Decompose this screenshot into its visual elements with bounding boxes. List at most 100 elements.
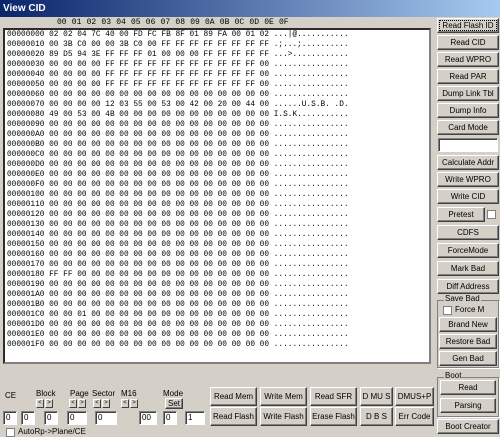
hex-row-bytes[interactable]: 00 00 00 00 FF FF FF FF FF FF FF FF FF F… xyxy=(49,81,269,89)
ce-field[interactable]: 0 xyxy=(3,411,17,425)
hex-row[interactable]: 000000D0 00 00 00 00 00 00 00 00 00 00 0… xyxy=(5,160,429,170)
hex-row[interactable]: 000000F0 00 00 00 00 00 00 00 00 00 00 0… xyxy=(5,180,429,190)
hex-row[interactable]: 000000E0 00 00 00 00 00 00 00 00 00 00 0… xyxy=(5,170,429,180)
hex-row-bytes[interactable]: 00 00 00 00 00 00 00 00 00 00 00 00 00 0… xyxy=(49,131,269,139)
page-field[interactable]: 0 xyxy=(67,411,87,425)
hex-row-bytes[interactable]: 00 00 00 00 00 00 00 00 00 00 00 00 00 0… xyxy=(49,231,269,239)
hex-row[interactable]: 00000080 49 00 53 00 4B 00 00 00 00 00 0… xyxy=(5,110,429,120)
hex-row-bytes[interactable]: 00 00 00 00 00 00 00 00 00 00 00 00 00 0… xyxy=(49,171,269,179)
mode-set-button[interactable]: Set xyxy=(165,398,183,409)
hex-row-bytes[interactable]: 00 00 00 00 00 00 00 00 00 00 00 00 00 0… xyxy=(49,261,269,269)
hex-row[interactable]: 000000C0 00 00 00 00 00 00 00 00 00 00 0… xyxy=(5,150,429,160)
hex-row[interactable]: 000001F0 00 00 00 00 00 00 00 00 00 00 0… xyxy=(5,340,429,350)
hex-row[interactable]: 00000060 00 00 00 00 00 00 00 00 00 00 0… xyxy=(5,90,429,100)
brand-new-button[interactable]: Brand New xyxy=(439,317,497,332)
hex-row[interactable]: 00000180 FF FF 00 00 00 00 00 00 00 00 0… xyxy=(5,270,429,280)
hex-row[interactable]: 00000050 00 00 00 00 FF FF FF FF FF FF F… xyxy=(5,80,429,90)
m16-decrement-arrow[interactable]: < xyxy=(121,399,129,408)
read-cid-button[interactable]: Read CID xyxy=(437,35,499,50)
hex-row[interactable]: 00000020 89 D5 94 3E FF FF FF 01 00 00 0… xyxy=(5,50,429,60)
write-flash-button[interactable]: Write Flash xyxy=(260,407,307,426)
hex-row[interactable]: 00000170 00 00 00 00 00 00 00 00 00 00 0… xyxy=(5,260,429,270)
hex-row[interactable]: 000000A0 00 00 00 00 00 00 00 00 00 00 0… xyxy=(5,130,429,140)
block-increment-arrow[interactable]: > xyxy=(45,399,53,408)
hex-row-bytes[interactable]: 00 00 00 00 FF FF FF FF FF FF FF FF FF F… xyxy=(49,61,269,69)
mode-field-1[interactable]: 0 xyxy=(163,411,177,425)
card-mode-button[interactable]: Card Mode xyxy=(437,120,499,135)
hex-row[interactable]: 000001A0 00 00 00 00 00 00 00 00 00 00 0… xyxy=(5,290,429,300)
dump-info-button[interactable]: Dump Info xyxy=(437,103,499,118)
hex-row-bytes[interactable]: 00 00 00 00 00 00 00 00 00 00 00 00 00 0… xyxy=(49,241,269,249)
sector-increment-arrow[interactable]: > xyxy=(102,399,110,408)
read-wpro-button[interactable]: Read WPRO xyxy=(437,52,499,67)
hex-row-bytes[interactable]: 00 00 00 00 00 00 00 00 00 00 00 00 00 0… xyxy=(49,191,269,199)
hex-row-bytes[interactable]: 89 D5 94 3E FF FF FF 01 00 00 00 FF FF F… xyxy=(49,51,269,59)
hex-row-bytes[interactable]: 00 00 00 00 00 00 00 00 00 00 00 00 00 0… xyxy=(49,181,269,189)
hex-row-bytes[interactable]: 00 00 00 00 00 00 00 00 00 00 00 00 00 0… xyxy=(49,321,269,329)
hex-row-bytes[interactable]: 00 00 00 00 00 00 00 00 00 00 00 00 00 0… xyxy=(49,221,269,229)
hex-row[interactable]: 00000140 00 00 00 00 00 00 00 00 00 00 0… xyxy=(5,230,429,240)
hex-row[interactable]: 000001C0 00 00 01 00 00 00 00 00 00 00 0… xyxy=(5,310,429,320)
force-m-checkbox[interactable] xyxy=(443,306,452,315)
err-code-button[interactable]: Err Code xyxy=(395,407,434,426)
dmus-plus-button[interactable]: DMUS+P xyxy=(395,387,434,406)
mode-field-2[interactable]: 1 xyxy=(185,411,205,425)
hex-row[interactable]: 00000030 00 00 00 00 FF FF FF FF FF FF F… xyxy=(5,60,429,70)
page-increment-arrow[interactable]: > xyxy=(78,399,86,408)
block-field-2[interactable]: 0 xyxy=(44,411,58,425)
hex-row-bytes[interactable]: 02 02 04 7C 40 00 FD FC FB 8F 01 89 FA 0… xyxy=(49,31,269,39)
cdfs-button[interactable]: CDFS xyxy=(437,225,499,240)
hex-row[interactable]: 00000130 00 00 00 00 00 00 00 00 00 00 0… xyxy=(5,220,429,230)
force-mode-button[interactable]: ForceMode xyxy=(437,243,499,258)
hex-row-bytes[interactable]: 00 00 00 00 00 00 00 00 00 00 00 00 00 0… xyxy=(49,341,269,349)
read-mem-button[interactable]: Read Mem xyxy=(210,387,257,406)
hex-row-bytes[interactable]: 00 00 00 00 00 00 00 00 00 00 00 00 00 0… xyxy=(49,161,269,169)
hex-row-bytes[interactable]: 00 00 00 00 00 00 00 00 00 00 00 00 00 0… xyxy=(49,291,269,299)
write-cid-button[interactable]: Write CID xyxy=(437,189,499,204)
hex-row[interactable]: 00000160 00 00 00 00 00 00 00 00 00 00 0… xyxy=(5,250,429,260)
hex-row[interactable]: 00000040 00 00 00 00 FF FF FF FF FF FF F… xyxy=(5,70,429,80)
hex-row[interactable]: 00000070 00 00 00 00 12 03 55 00 53 00 4… xyxy=(5,100,429,110)
diff-address-button[interactable]: Diff Address xyxy=(437,279,499,294)
hex-row-bytes[interactable]: 00 00 00 00 12 03 55 00 53 00 42 00 20 0… xyxy=(49,101,269,109)
hex-row[interactable]: 000000B0 00 00 00 00 00 00 00 00 00 00 0… xyxy=(5,140,429,150)
pretest-button[interactable]: Pretest xyxy=(437,207,485,222)
hex-row[interactable]: 00000150 00 00 00 00 00 00 00 00 00 00 0… xyxy=(5,240,429,250)
hex-row-bytes[interactable]: 00 00 01 00 00 00 00 00 00 00 00 00 00 0… xyxy=(49,311,269,319)
write-wpro-button[interactable]: Write WPRO xyxy=(437,172,499,187)
card-mode-field[interactable] xyxy=(438,138,498,152)
hex-row-bytes[interactable]: 00 00 00 00 00 00 00 00 00 00 00 00 00 0… xyxy=(49,121,269,129)
hex-view[interactable]: 00000000 02 02 04 7C 40 00 FD FC FB 8F 0… xyxy=(3,28,431,364)
m16-increment-arrow[interactable]: > xyxy=(130,399,138,408)
hex-row-bytes[interactable]: 00 00 00 00 00 00 00 00 00 00 00 00 00 0… xyxy=(49,201,269,209)
hex-row-bytes[interactable]: 00 00 00 00 00 00 00 00 00 00 00 00 00 0… xyxy=(49,301,269,309)
read-flash-button[interactable]: Read Flash xyxy=(210,407,257,426)
pretest-checkbox[interactable] xyxy=(487,210,496,219)
hex-row-bytes[interactable]: 00 00 00 00 00 00 00 00 00 00 00 00 00 0… xyxy=(49,91,269,99)
hex-row-bytes[interactable]: 00 00 00 00 00 00 00 00 00 00 00 00 00 0… xyxy=(49,151,269,159)
read-flash-id-button[interactable]: Read Flash ID xyxy=(437,18,499,33)
block-decrement-arrow[interactable]: < xyxy=(36,399,44,408)
hex-row[interactable]: 00000090 00 00 00 00 00 00 00 00 00 00 0… xyxy=(5,120,429,130)
dbs-button[interactable]: D B S xyxy=(360,407,393,426)
boot-creator-button[interactable]: Boot Creator xyxy=(437,419,499,434)
hex-row-bytes[interactable]: 00 00 00 00 FF FF FF FF FF FF FF FF FF F… xyxy=(49,71,269,79)
hex-row[interactable]: 00000120 00 00 00 00 00 00 00 00 00 00 0… xyxy=(5,210,429,220)
read-sfr-button[interactable]: Read SFR xyxy=(310,387,357,406)
hex-row-bytes[interactable]: FF FF 00 00 00 00 00 00 00 00 00 00 00 0… xyxy=(49,271,269,279)
calculate-addr-button[interactable]: Calculate Addr xyxy=(437,155,499,170)
block-field-1[interactable]: 0 xyxy=(21,411,35,425)
hex-row-bytes[interactable]: 00 00 00 00 00 00 00 00 00 00 00 00 00 0… xyxy=(49,331,269,339)
mark-bad-button[interactable]: Mark Bad xyxy=(437,261,499,276)
write-mem-button[interactable]: Write Mem xyxy=(260,387,307,406)
hex-row[interactable]: 000001B0 00 00 00 00 00 00 00 00 00 00 0… xyxy=(5,300,429,310)
dump-link-tbl-button[interactable]: Dump Link Tbl xyxy=(437,86,499,101)
hex-row[interactable]: 000001E0 00 00 00 00 00 00 00 00 00 00 0… xyxy=(5,330,429,340)
hex-row[interactable]: 00000190 00 00 00 00 00 00 00 00 00 00 0… xyxy=(5,280,429,290)
m16-field[interactable]: 00 xyxy=(139,411,157,425)
hex-row[interactable]: 00000010 00 3B C0 00 00 3B C0 00 FF FF F… xyxy=(5,40,429,50)
hex-row-bytes[interactable]: 00 00 00 00 00 00 00 00 00 00 00 00 00 0… xyxy=(49,281,269,289)
sector-decrement-arrow[interactable]: < xyxy=(93,399,101,408)
hex-row-bytes[interactable]: 00 00 00 00 00 00 00 00 00 00 00 00 00 0… xyxy=(49,211,269,219)
restore-bad-button[interactable]: Restore Bad xyxy=(439,334,497,349)
